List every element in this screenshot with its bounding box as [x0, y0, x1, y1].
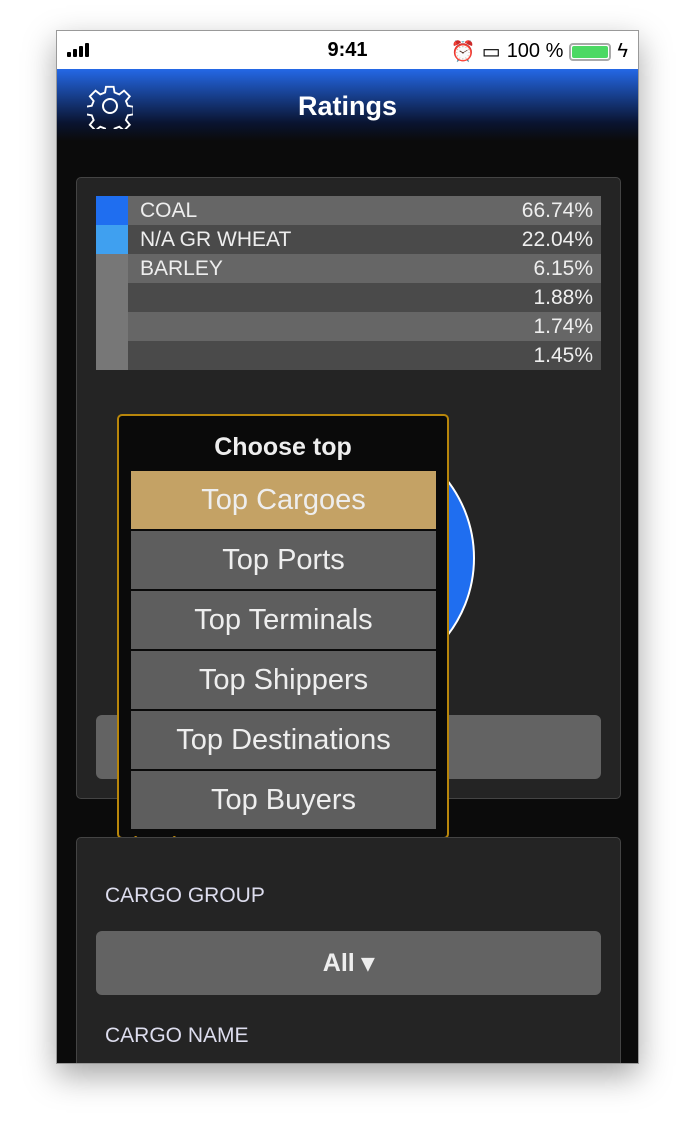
popover-option[interactable]: Top Buyers — [131, 771, 436, 829]
cargo-name-label: CARGO NAME — [105, 1024, 249, 1047]
legend-row[interactable]: N/A GR WHEAT 22.04% — [96, 225, 601, 254]
legend-row[interactable]: 1.88% — [96, 283, 601, 312]
nav-bar: Ratings — [57, 69, 638, 141]
popover-option[interactable]: Top Cargoes — [131, 471, 436, 529]
legend-value: 6.15% — [533, 256, 593, 280]
legend-row[interactable]: 1.45% — [96, 341, 601, 370]
popover-option[interactable]: Top Shippers — [131, 651, 436, 709]
airplay-icon: ▭ — [481, 41, 501, 63]
legend-value: 1.74% — [533, 314, 593, 338]
legend-name: BARLEY — [140, 256, 223, 280]
legend-swatch — [96, 196, 128, 225]
popover-option[interactable]: Top Destinations — [131, 711, 436, 769]
battery-icon — [569, 42, 612, 61]
choose-top-popover: Choose top Top Cargoes Top Ports Top Termi… — [117, 414, 449, 839]
cargo-group-label: CARGO GROUP — [105, 884, 265, 907]
legend-value: 1.88% — [533, 285, 593, 309]
cargo-group-select[interactable]: All ▾ — [96, 931, 601, 995]
popover-option[interactable]: Top Terminals — [131, 591, 436, 649]
legend-value: 66.74% — [521, 198, 593, 222]
legend-row[interactable]: COAL 66.74% — [96, 196, 601, 225]
legend-swatch — [96, 254, 128, 283]
chart-legend: COAL 66.74% N/A GR WHEAT 22.04% BARLEY 6.15% 1… — [96, 196, 601, 370]
alarm-icon: ⏰ — [450, 41, 476, 63]
popover-title: Choose top — [214, 433, 352, 461]
chart-panel: COAL 66.74% N/A GR WHEAT 22.04% BARLEY 6.15% 1… — [76, 177, 621, 860]
legend-swatch — [96, 283, 128, 312]
status-bar: 9:41 ⏰ ▭ 100 % ϟ — [57, 31, 638, 69]
page-title: Ratings — [297, 91, 397, 121]
battery-percent: 100 % — [506, 40, 564, 62]
legend-swatch — [96, 225, 128, 254]
phone-screen: 9:41 ⏰ ▭ 100 % ϟ Ratings COAL 66.74% N/A G… — [56, 30, 639, 1064]
legend-row[interactable]: BARLEY 6.15% — [96, 254, 601, 283]
legend-name: N/A GR WHEAT — [140, 227, 292, 251]
legend-swatch — [96, 312, 128, 341]
legend-name: COAL — [140, 198, 198, 222]
legend-row[interactable]: 1.74% — [96, 312, 601, 341]
filters-panel: CARGO GROUP All ▾ CARGO NAME — [76, 837, 621, 1063]
charging-icon: ϟ — [617, 40, 628, 62]
legend-value: 22.04% — [521, 227, 593, 251]
legend-swatch — [96, 341, 128, 370]
legend-value: 1.45% — [533, 343, 593, 367]
popover-option[interactable]: Top Ports — [131, 531, 436, 589]
